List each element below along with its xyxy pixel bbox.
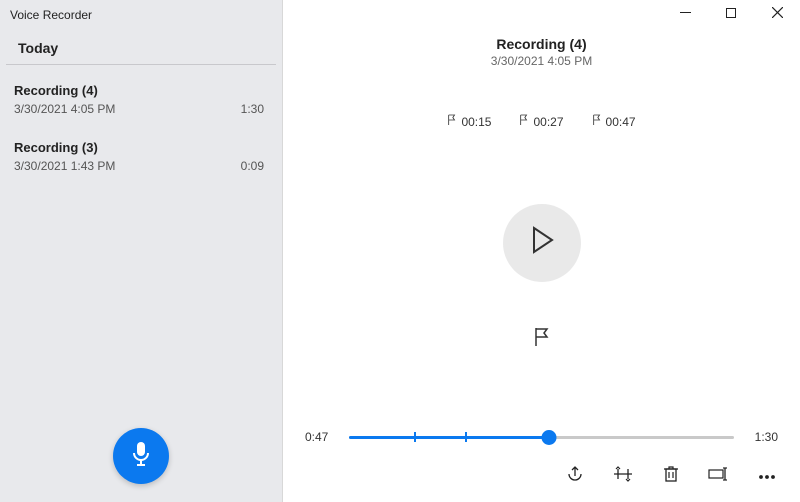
recording-list-item[interactable]: Recording (3) 3/30/2021 1:43 PM 0:09 — [0, 128, 282, 185]
recording-title: Recording (3) — [14, 140, 264, 155]
window-controls — [662, 0, 800, 28]
delete-button[interactable] — [658, 464, 684, 488]
marker-time: 00:47 — [606, 115, 636, 129]
timeline: 0:47 1:30 — [283, 428, 800, 456]
recording-timestamp: 3/30/2021 4:05 PM — [14, 102, 115, 116]
more-button[interactable] — [754, 464, 780, 488]
recording-title: Recording (4) — [14, 83, 264, 98]
flag-icon — [592, 114, 602, 129]
marker-chip[interactable]: 00:15 — [447, 114, 491, 129]
minimize-button[interactable] — [662, 0, 708, 28]
add-marker-button[interactable] — [524, 326, 560, 354]
minimize-icon — [680, 5, 691, 23]
marker-chip[interactable]: 00:47 — [592, 114, 636, 129]
marker-chip[interactable]: 00:27 — [519, 114, 563, 129]
rename-button[interactable] — [706, 464, 732, 488]
maximize-icon — [726, 5, 736, 23]
close-button[interactable] — [754, 0, 800, 28]
marker-row: 00:15 00:27 00:47 — [283, 114, 800, 129]
rename-icon — [708, 467, 730, 486]
recording-duration: 1:30 — [241, 102, 264, 116]
seek-slider[interactable] — [349, 428, 734, 446]
trim-icon — [612, 466, 634, 487]
flag-icon — [447, 114, 457, 129]
marker-time: 00:15 — [461, 115, 491, 129]
recording-timestamp: 3/30/2021 1:43 PM — [14, 159, 115, 173]
recording-duration: 0:09 — [241, 159, 264, 173]
play-button[interactable] — [503, 204, 581, 282]
ellipsis-icon — [758, 467, 776, 485]
flag-icon — [519, 114, 529, 129]
maximize-button[interactable] — [708, 0, 754, 28]
app-title: Voice Recorder — [0, 0, 282, 26]
action-bar — [283, 456, 800, 502]
trash-icon — [663, 465, 679, 488]
recording-list-item[interactable]: Recording (4) 3/30/2021 4:05 PM 1:30 — [0, 71, 282, 128]
microphone-icon — [131, 441, 151, 472]
detail-pane: Recording (4) 3/30/2021 4:05 PM 00:15 00… — [283, 0, 800, 502]
close-icon — [772, 5, 783, 23]
trim-button[interactable] — [610, 464, 636, 488]
recording-detail-title[interactable]: Recording (4) — [283, 36, 800, 52]
marker-time: 00:27 — [533, 115, 563, 129]
recording-header: Recording (4) 3/30/2021 4:05 PM — [283, 36, 800, 68]
play-icon — [530, 226, 554, 259]
share-icon — [566, 465, 584, 488]
record-button[interactable] — [113, 428, 169, 484]
playhead-time: 0:47 — [305, 430, 339, 444]
flag-icon — [533, 327, 551, 352]
share-button[interactable] — [562, 464, 588, 488]
recording-detail-timestamp: 3/30/2021 4:05 PM — [283, 54, 800, 68]
sidebar: Voice Recorder Today Recording (4) 3/30/… — [0, 0, 283, 502]
total-time: 1:30 — [744, 430, 778, 444]
section-today-label: Today — [6, 26, 276, 65]
